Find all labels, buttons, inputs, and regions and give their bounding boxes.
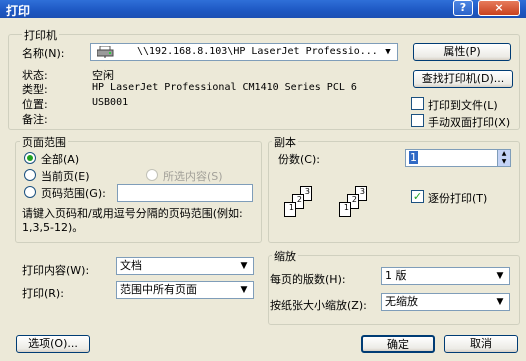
print-what-select[interactable]: 文档 ▼	[116, 257, 254, 275]
chevron-down-icon: ▼	[496, 297, 504, 307]
properties-button[interactable]: 属性(P)	[413, 43, 511, 61]
printer-legend: 打印机	[22, 27, 59, 43]
range-pages-label: 页码范围(G):	[41, 187, 106, 200]
collate-pages-icon-2: 3 2 1	[339, 176, 379, 220]
printer-name-value: \\192.168.8.103\HP LaserJet Professio...	[137, 46, 378, 57]
pages-per-sheet-value: 1 版	[385, 269, 407, 282]
type-value: HP LaserJet Professional CM1410 Series P…	[92, 82, 357, 93]
copies-count-label: 份数(C):	[278, 153, 320, 166]
comment-label: 备注:	[22, 113, 48, 126]
chevron-down-icon: ▼	[496, 271, 504, 281]
ok-button[interactable]: 确定	[361, 335, 435, 353]
find-printer-button[interactable]: 查找打印机(D)...	[413, 70, 513, 88]
print-label: 打印(R):	[22, 287, 64, 300]
spinner-buttons[interactable]: ▲ ▼	[497, 150, 510, 166]
range-all-label: 全部(A)	[41, 153, 80, 166]
location-value: USB001	[92, 97, 129, 108]
close-button[interactable]: ×	[478, 0, 520, 16]
pages-per-sheet-select[interactable]: 1 版 ▼	[381, 267, 510, 285]
range-selection-label: 所选内容(S)	[163, 170, 223, 183]
chevron-down-icon: ▼	[385, 47, 391, 57]
manual-duplex-label: 手动双面打印(X)	[428, 116, 511, 129]
collate-pages-icon: 3 2 1	[284, 176, 324, 220]
page-range-legend: 页面范围	[20, 134, 68, 150]
zoom-legend: 缩放	[272, 248, 298, 264]
scale-select[interactable]: 无缩放 ▼	[381, 293, 510, 311]
options-button[interactable]: 选项(O)...	[16, 335, 90, 353]
print-to-file-checkbox[interactable]	[411, 97, 424, 110]
print-what-value: 文档	[120, 259, 142, 272]
printer-name-select[interactable]: \\192.168.8.103\HP LaserJet Professio...…	[90, 43, 398, 61]
copies-count-spinner[interactable]: 1 ▲ ▼	[405, 149, 511, 167]
window-title: 打印	[6, 4, 31, 18]
spin-up-icon[interactable]: ▲	[497, 150, 510, 158]
collate-label: 逐份打印(T)	[428, 192, 488, 205]
print-to-file-label: 打印到文件(L)	[428, 99, 498, 112]
chevron-down-icon: ▼	[240, 261, 248, 271]
scale-label: 按纸张大小缩放(Z):	[270, 299, 367, 312]
page-range-input[interactable]	[117, 184, 253, 202]
copies-legend: 副本	[272, 134, 298, 150]
cancel-button[interactable]: 取消	[444, 335, 518, 353]
manual-duplex-checkbox[interactable]	[411, 114, 424, 127]
print-select[interactable]: 范围中所有页面 ▼	[116, 281, 254, 299]
print-what-label: 打印内容(W):	[22, 264, 90, 277]
range-selection-radio[interactable]	[146, 169, 158, 181]
range-pages-radio[interactable]	[24, 186, 36, 198]
range-current-radio[interactable]	[24, 169, 36, 181]
zoom-group	[268, 255, 520, 325]
type-label: 类型:	[22, 83, 48, 96]
print-dialog: 打印 ? × 打印机 名称(N): \\192.168.8.103\HP Las…	[0, 0, 526, 361]
print-value: 范围中所有页面	[120, 283, 197, 296]
chevron-down-icon: ▼	[240, 285, 248, 295]
pages-per-sheet-label: 每页的版数(H):	[270, 273, 346, 286]
range-current-label: 当前页(E)	[41, 170, 90, 183]
copies-count-value: 1	[409, 151, 418, 164]
printer-icon	[96, 45, 115, 58]
range-all-radio[interactable]	[24, 152, 36, 164]
page-range-hint: 请键入页码和/或用逗号分隔的页码范围(例如: 1,3,5-12)。	[22, 207, 243, 234]
location-label: 位置:	[22, 98, 48, 111]
collate-checkbox[interactable]: ✓	[411, 190, 424, 203]
help-button[interactable]: ?	[453, 0, 473, 16]
printer-name-label: 名称(N):	[22, 47, 65, 60]
scale-value: 无缩放	[385, 295, 418, 308]
title-bar: 打印 ? ×	[0, 0, 526, 18]
status-value: 空闲	[92, 69, 114, 82]
spin-down-icon[interactable]: ▼	[497, 158, 510, 166]
